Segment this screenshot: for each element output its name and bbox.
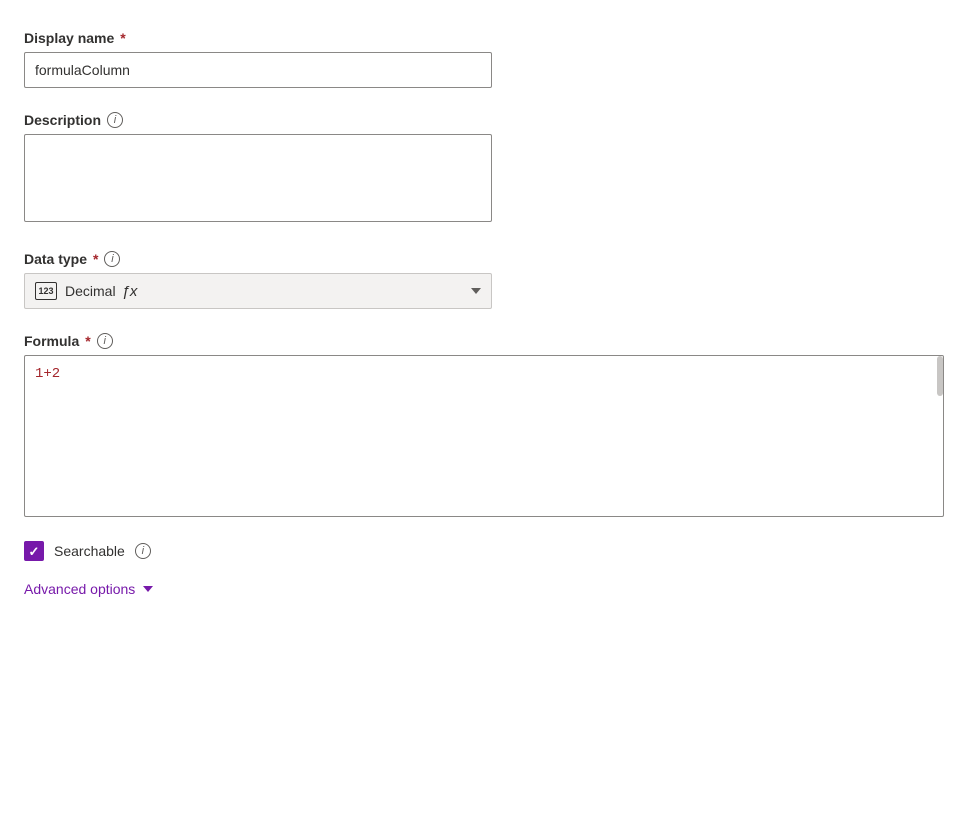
fx-symbol: ƒx [122,283,138,300]
data-type-selected-label: Decimal [65,283,116,299]
formula-required: * [85,333,90,349]
formula-group: Formula * i 1+2 [24,333,951,517]
display-name-group: Display name * [24,30,951,88]
data-type-label-text: Data type [24,251,87,267]
searchable-checkbox[interactable]: ✓ [24,541,44,561]
searchable-info-icon[interactable]: i [135,543,151,559]
advanced-options-row[interactable]: Advanced options [24,581,951,597]
formula-label: Formula * i [24,333,951,349]
advanced-options-chevron-icon [143,586,153,592]
checkmark-icon: ✓ [29,545,40,558]
display-name-input[interactable] [24,52,492,88]
dropdown-left-content: 123 Decimal ƒx [35,282,137,300]
advanced-options-text: Advanced options [24,581,135,597]
formula-content[interactable]: 1+2 [25,356,943,516]
description-group: Description i [24,112,951,227]
formula-area-wrapper[interactable]: 1+2 [24,355,944,517]
description-info-icon[interactable]: i [107,112,123,128]
data-type-chevron-icon [471,288,481,294]
description-label: Description i [24,112,951,128]
formula-info-icon[interactable]: i [97,333,113,349]
data-type-required: * [93,251,98,267]
data-type-label: Data type * i [24,251,951,267]
formula-scrollbar [937,356,943,396]
display-name-label-text: Display name [24,30,114,46]
formula-label-text: Formula [24,333,79,349]
display-name-label: Display name * [24,30,951,46]
searchable-label: Searchable [54,543,125,559]
data-type-info-icon[interactable]: i [104,251,120,267]
formula-value: 1+2 [35,366,60,382]
description-textarea[interactable] [24,134,492,222]
form-container: Display name * Description i Data type *… [24,30,951,597]
data-type-icon: 123 [35,282,57,300]
data-type-group: Data type * i 123 Decimal ƒx [24,251,951,309]
data-type-dropdown[interactable]: 123 Decimal ƒx [24,273,492,309]
display-name-required: * [120,30,125,46]
description-label-text: Description [24,112,101,128]
searchable-row: ✓ Searchable i [24,541,951,561]
dropdown-text: Decimal ƒx [65,283,137,300]
